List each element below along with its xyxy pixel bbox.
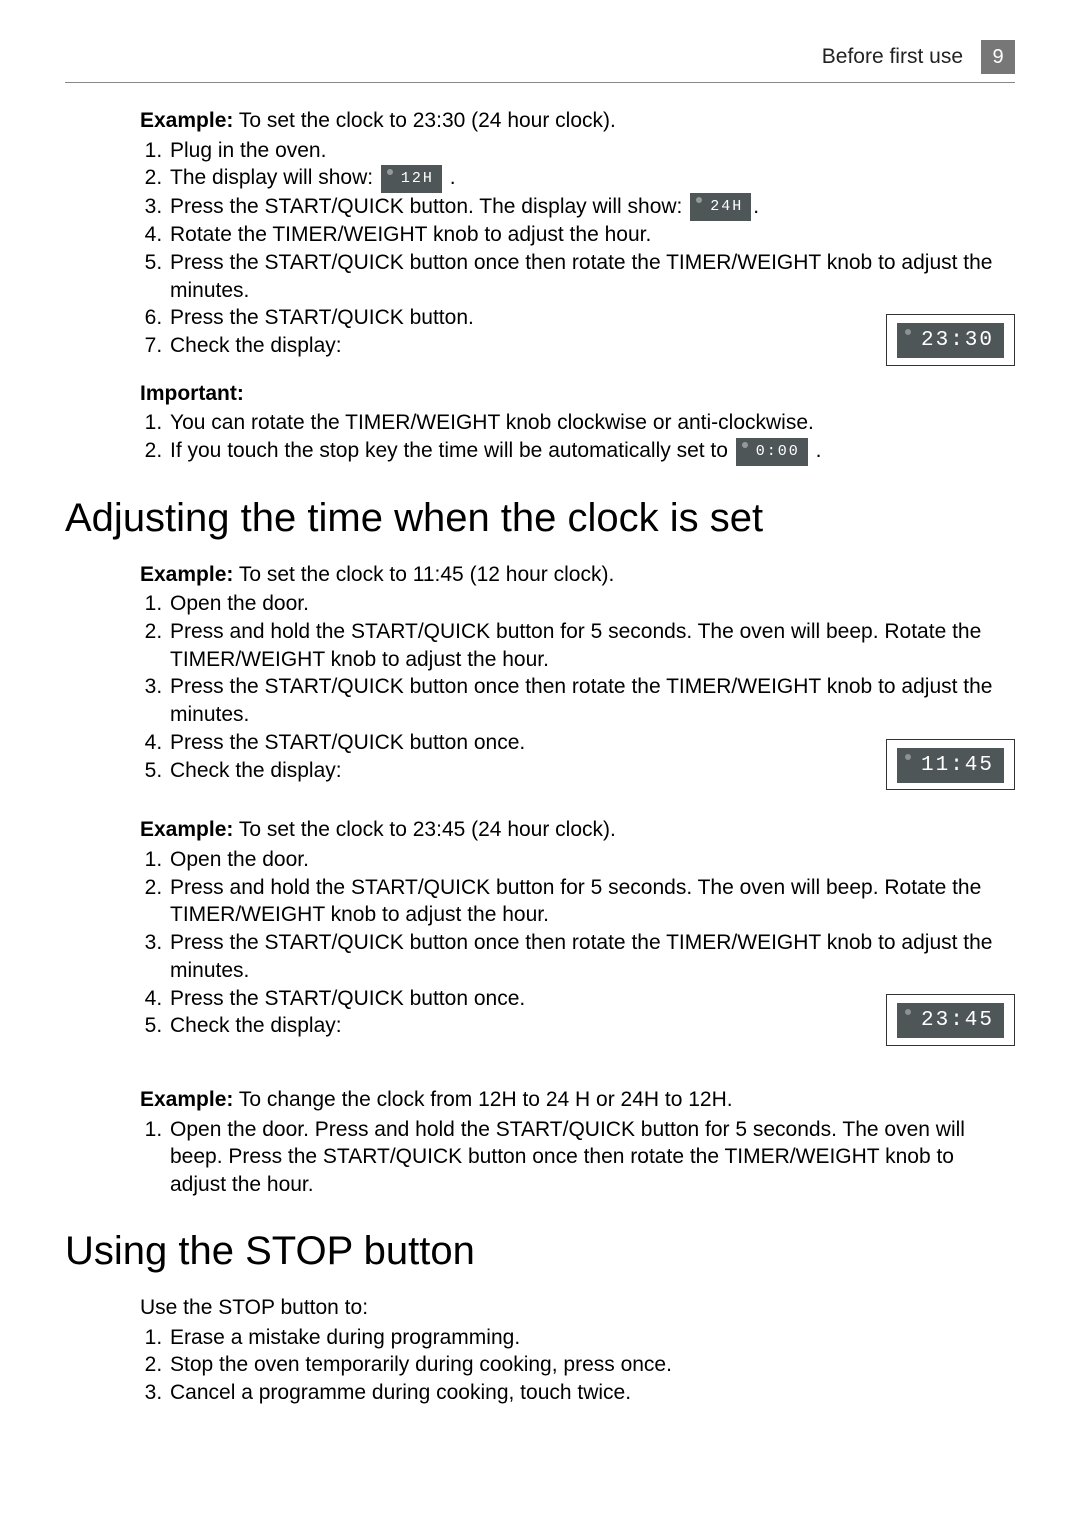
stop-list: Erase a mistake during programming. Stop… [140,1324,1015,1407]
example-text: To set the clock to 23:30 (24 hour clock… [233,109,615,132]
example-intro: Example: To set the clock to 23:30 (24 h… [140,107,1015,135]
stop-step: Stop the oven temporarily during cooking… [168,1351,1015,1379]
step-4: Rotate the TIMER/WEIGHT knob to adjust t… [168,221,1015,249]
important-1: You can rotate the TIMER/WEIGHT knob clo… [168,409,1015,437]
step-2: The display will show: 12H . [168,164,1015,192]
example-label: Example: [140,563,233,586]
step-3: Press the START/QUICK button. The displa… [168,193,1015,221]
example-intro-2345: Example: To set the clock to 23:45 (24 h… [140,816,1015,844]
example-label: Example: [140,818,233,841]
stop-step: Erase a mistake during programming. [168,1324,1015,1352]
steps-list-toggle: Open the door. Press and hold the START/… [140,1116,1015,1199]
step: Open the door. [168,846,1015,874]
header-section-title: Before first use [822,45,963,69]
display-frame-2345: 23:45 [886,994,1015,1046]
stop-intro: Use the STOP button to: [140,1294,1015,1322]
steps-list-adjust-24h: Open the door. Press and hold the START/… [140,846,1015,1040]
stop-step: Cancel a programme during cooking, touch… [168,1379,1015,1407]
example-label: Example: [140,109,233,132]
step-1: Plug in the oven. [168,137,1015,165]
example-text: To set the clock to 11:45 (12 hour clock… [233,563,614,586]
important-2: If you touch the stop key the time will … [168,437,1015,465]
example-text: To change the clock from 12H to 24 H or … [233,1088,732,1111]
page-number: 9 [981,40,1015,74]
step: Check the display: 23:45 [168,1012,1015,1040]
steps-list-adjust-12h: Open the door. Press and hold the START/… [140,590,1015,784]
display-readout: 23:45 [897,1003,1004,1038]
section-title-stop-button: Using the STOP button [65,1229,1015,1274]
important-list: You can rotate the TIMER/WEIGHT knob clo… [140,409,1015,465]
section-title-adjusting-time: Adjusting the time when the clock is set [65,496,1015,541]
example-label: Example: [140,1088,233,1111]
display-readout: 11:45 [897,748,1004,783]
display-readout: 23:30 [897,323,1004,358]
steps-list-set-clock: Plug in the oven. The display will show:… [140,137,1015,360]
display-frame-2330: 23:30 [886,314,1015,366]
page-header: Before first use 9 [65,40,1015,83]
step: Check the display: 11:45 [168,757,1015,785]
display-frame-1145: 11:45 [886,739,1015,791]
step: Press and hold the START/QUICK button fo… [168,874,1015,929]
step-7: Check the display: 23:30 [168,332,1015,360]
step: Open the door. [168,590,1015,618]
display-chip-000: 0:00 [736,438,808,466]
example-intro-toggle: Example: To change the clock from 12H to… [140,1086,1015,1114]
step: Press and hold the START/QUICK button fo… [168,618,1015,673]
display-chip-24h: 24H [690,193,751,221]
important-label: Important: [140,380,1015,408]
step: Press the START/QUICK button once then r… [168,929,1015,984]
step-5: Press the START/QUICK button once then r… [168,249,1015,304]
example-text: To set the clock to 23:45 (24 hour clock… [233,818,615,841]
example-intro-1145: Example: To set the clock to 11:45 (12 h… [140,561,1015,589]
display-chip-12h: 12H [381,165,442,193]
step: Press the START/QUICK button once then r… [168,673,1015,728]
step: Open the door. Press and hold the START/… [168,1116,1015,1199]
